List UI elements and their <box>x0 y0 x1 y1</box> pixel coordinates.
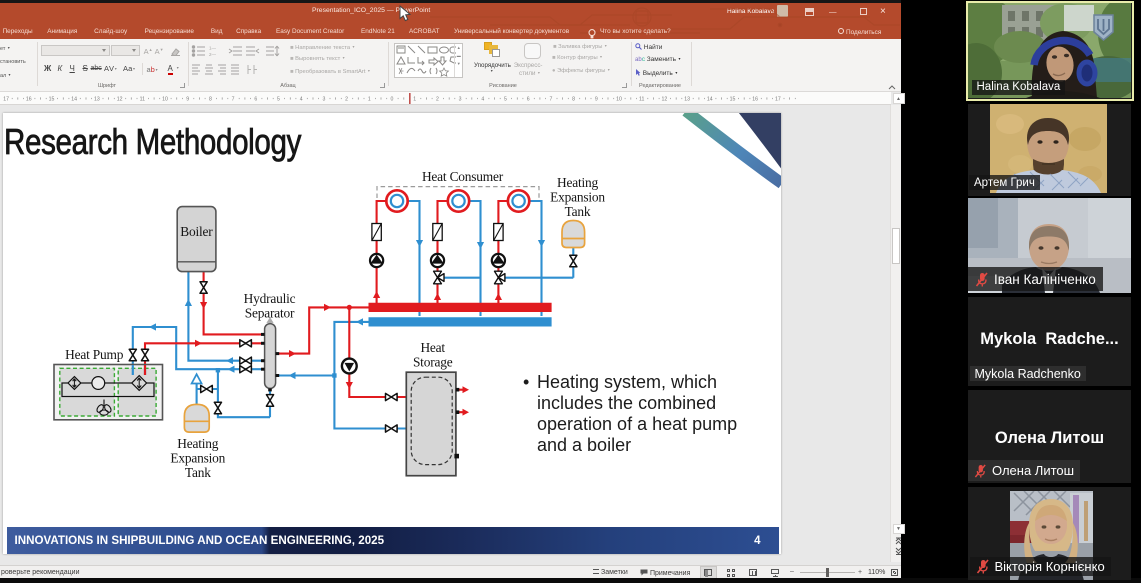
svg-text:Boiler: Boiler <box>180 224 213 239</box>
svg-text:1: 1 <box>413 97 416 103</box>
svg-text:6: 6 <box>527 97 530 103</box>
svg-text:Heat: Heat <box>420 340 445 355</box>
svg-text:13: 13 <box>684 97 690 103</box>
svg-text:6: 6 <box>254 97 257 103</box>
svg-text:9: 9 <box>595 97 598 103</box>
svg-text:2: 2 <box>436 97 439 103</box>
svg-text:Heat Pump: Heat Pump <box>65 347 124 362</box>
svg-text:3: 3 <box>459 97 462 103</box>
svg-text:10: 10 <box>162 97 168 103</box>
svg-text:17: 17 <box>3 97 9 103</box>
svg-text:8: 8 <box>209 97 212 103</box>
svg-text:Tank: Tank <box>565 204 591 219</box>
svg-text:1—: 1— <box>209 46 217 51</box>
svg-text:10: 10 <box>616 97 622 103</box>
svg-text:15: 15 <box>49 97 55 103</box>
svg-text:Heating: Heating <box>557 175 598 190</box>
svg-text:Tank: Tank <box>185 465 211 480</box>
svg-text:12: 12 <box>117 97 123 103</box>
svg-text:Storage: Storage <box>413 355 453 370</box>
svg-text:16: 16 <box>752 97 758 103</box>
svg-text:Heat Consumer: Heat Consumer <box>422 169 504 184</box>
svg-text:0: 0 <box>391 97 394 103</box>
svg-text:1: 1 <box>368 97 371 103</box>
svg-text:2—: 2— <box>209 52 217 57</box>
svg-text:5: 5 <box>277 97 280 103</box>
svg-text:Heating: Heating <box>177 436 218 451</box>
svg-text:4: 4 <box>300 97 303 103</box>
svg-text:15: 15 <box>730 97 736 103</box>
svg-text:Hydraulic: Hydraulic <box>244 291 296 306</box>
svg-text:7: 7 <box>549 97 552 103</box>
svg-text:Separator: Separator <box>245 306 295 321</box>
svg-text:4: 4 <box>481 97 484 103</box>
svg-text:7: 7 <box>232 97 235 103</box>
svg-text:5: 5 <box>504 97 507 103</box>
svg-text:17: 17 <box>775 97 781 103</box>
svg-text:2: 2 <box>345 97 348 103</box>
svg-text:16: 16 <box>26 97 32 103</box>
svg-text:9: 9 <box>186 97 189 103</box>
svg-text:13: 13 <box>94 97 100 103</box>
svg-text:Expansion: Expansion <box>550 190 605 205</box>
svg-text:3: 3 <box>322 97 325 103</box>
svg-text:11: 11 <box>140 97 145 103</box>
svg-text:11: 11 <box>639 97 644 103</box>
svg-text:14: 14 <box>71 97 77 103</box>
svg-text:14: 14 <box>707 97 713 103</box>
svg-text:Expansion: Expansion <box>170 451 225 466</box>
svg-text:12: 12 <box>662 97 668 103</box>
svg-text:8: 8 <box>572 97 575 103</box>
